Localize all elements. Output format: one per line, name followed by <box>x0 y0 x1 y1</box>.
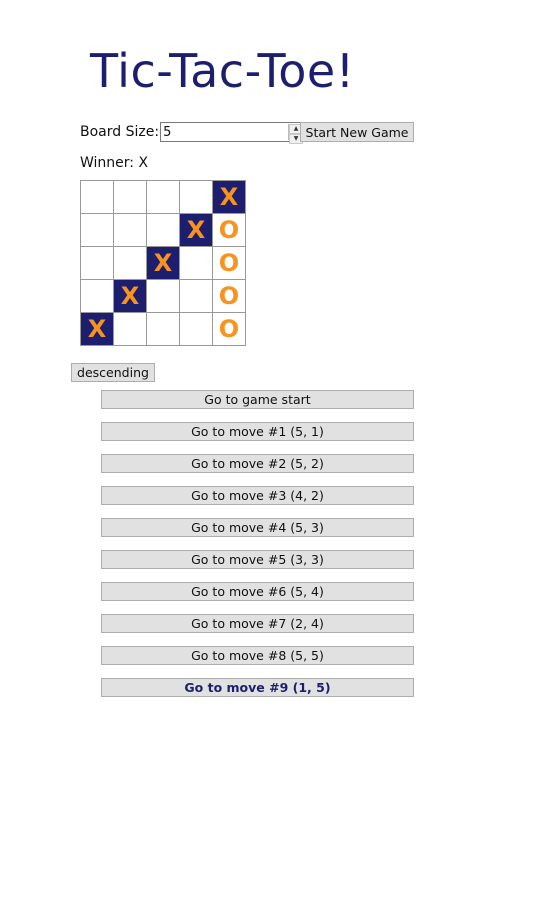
board-cell[interactable] <box>114 247 147 280</box>
move-history-button[interactable]: Go to game start <box>101 390 414 409</box>
board-cell[interactable]: X <box>114 280 147 313</box>
board-cell[interactable]: X <box>213 181 246 214</box>
move-history-list: Go to game start Go to move #1 (5, 1) Go… <box>101 390 414 710</box>
move-history-button[interactable]: Go to move #2 (5, 2) <box>101 454 414 473</box>
game-status: Winner: X <box>80 155 149 171</box>
board-cell[interactable]: O <box>213 280 246 313</box>
board-cell[interactable] <box>114 181 147 214</box>
board-cell[interactable] <box>81 280 114 313</box>
move-history-button[interactable]: Go to move #4 (5, 3) <box>101 518 414 537</box>
board-cell[interactable] <box>147 214 180 247</box>
board-cell[interactable] <box>147 280 180 313</box>
move-history-button[interactable]: Go to move #8 (5, 5) <box>101 646 414 665</box>
board-cell[interactable]: X <box>147 247 180 280</box>
board-size-value[interactable]: 5 <box>161 125 171 140</box>
board-size-input[interactable]: 5 ▲ ▼ <box>160 122 306 144</box>
board-cell[interactable] <box>114 313 147 346</box>
board-cell[interactable] <box>81 214 114 247</box>
board-cell[interactable] <box>180 181 213 214</box>
board-cell[interactable] <box>180 313 213 346</box>
move-history-button[interactable]: Go to move #7 (2, 4) <box>101 614 414 633</box>
sort-order-button[interactable]: descending <box>71 363 155 382</box>
board-size-label: Board Size: <box>80 124 160 140</box>
board-cell[interactable]: X <box>81 313 114 346</box>
move-history-button[interactable]: Go to move #9 (1, 5) <box>101 678 414 697</box>
start-new-game-button[interactable]: Start New Game <box>300 122 414 142</box>
board-cell[interactable] <box>81 181 114 214</box>
board-cell[interactable] <box>81 247 114 280</box>
move-history-button[interactable]: Go to move #5 (3, 3) <box>101 550 414 569</box>
board-cell[interactable] <box>147 313 180 346</box>
move-history-button[interactable]: Go to move #6 (5, 4) <box>101 582 414 601</box>
move-history-button[interactable]: Go to move #1 (5, 1) <box>101 422 414 441</box>
board-cell[interactable]: O <box>213 247 246 280</box>
board-cell[interactable]: O <box>213 313 246 346</box>
move-history-button[interactable]: Go to move #3 (4, 2) <box>101 486 414 505</box>
game-board: X X O X O X O X O <box>80 180 246 346</box>
board-cell[interactable] <box>114 214 147 247</box>
board-cell[interactable]: X <box>180 214 213 247</box>
board-size-row: Board Size: 5 ▲ ▼ <box>80 121 306 144</box>
board-cell[interactable]: O <box>213 214 246 247</box>
board-cell[interactable] <box>180 247 213 280</box>
page-title: Tic-Tac-Toe! <box>90 44 355 98</box>
board-cell[interactable] <box>147 181 180 214</box>
board-cell[interactable] <box>180 280 213 313</box>
